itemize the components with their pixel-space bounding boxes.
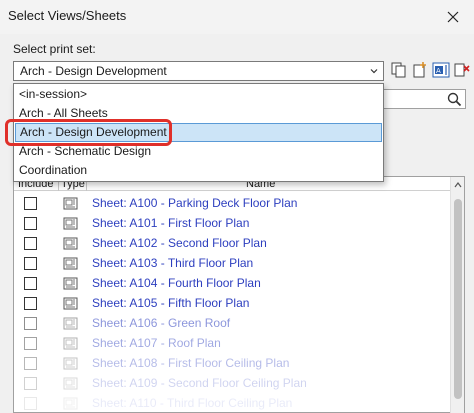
- include-checkbox[interactable]: [24, 397, 37, 410]
- rename-set-button[interactable]: A: [432, 61, 450, 79]
- sheet-icon: [63, 217, 78, 230]
- title-bar: Select Views/Sheets: [0, 0, 474, 34]
- new-set-icon: [413, 62, 426, 78]
- table-row[interactable]: Sheet: A102 - Second Floor Plan: [14, 234, 452, 254]
- duplicate-set-button[interactable]: [390, 61, 408, 79]
- table-row[interactable]: Sheet: A105 - Fifth Floor Plan: [14, 294, 452, 314]
- window-title: Select Views/Sheets: [8, 8, 127, 23]
- print-set-toolbar: A: [390, 61, 471, 81]
- sheet-name: Sheet: A107 - Roof Plan: [92, 336, 221, 350]
- annotation-highlight-ring: [5, 119, 172, 146]
- sheet-name: Sheet: A105 - Fifth Floor Plan: [92, 296, 250, 310]
- scroll-up-icon[interactable]: [454, 181, 462, 189]
- sheet-icon: [63, 297, 78, 310]
- sheet-icon: [63, 357, 78, 370]
- table-row[interactable]: Sheet: A110 - Third Floor Ceiling Plan: [14, 394, 452, 413]
- close-button[interactable]: [442, 6, 464, 28]
- print-set-combobox[interactable]: Arch - Design Development: [13, 61, 384, 81]
- select-views-sheets-dialog: Select Views/Sheets Select print set: Ar…: [0, 0, 474, 413]
- sheet-name: Sheet: A108 - First Floor Ceiling Plan: [92, 356, 290, 370]
- search-input[interactable]: [384, 89, 466, 109]
- table-row[interactable]: Sheet: A109 - Second Floor Ceiling Plan: [14, 374, 452, 394]
- print-set-label: Select print set:: [13, 42, 96, 56]
- include-checkbox[interactable]: [24, 237, 37, 250]
- sheet-icon: [63, 337, 78, 350]
- chevron-down-icon: [370, 69, 378, 74]
- table-row[interactable]: Sheet: A100 - Parking Deck Floor Plan: [14, 194, 452, 214]
- include-checkbox[interactable]: [24, 297, 37, 310]
- scrollbar-thumb[interactable]: [454, 199, 462, 399]
- table-row[interactable]: Sheet: A106 - Green Roof: [14, 314, 452, 334]
- print-set-selected-value: Arch - Design Development: [20, 64, 167, 78]
- table-row[interactable]: Sheet: A103 - Third Floor Plan: [14, 254, 452, 274]
- table-row[interactable]: Sheet: A104 - Fourth Floor Plan: [14, 274, 452, 294]
- sheet-icon: [63, 317, 78, 330]
- rename-set-icon: A: [432, 62, 450, 78]
- include-checkbox[interactable]: [24, 317, 37, 330]
- include-checkbox[interactable]: [24, 357, 37, 370]
- sheet-name: Sheet: A104 - Fourth Floor Plan: [92, 276, 261, 290]
- table-row[interactable]: Sheet: A107 - Roof Plan: [14, 334, 452, 354]
- sheet-name: Sheet: A102 - Second Floor Plan: [92, 236, 267, 250]
- sheet-name: Sheet: A100 - Parking Deck Floor Plan: [92, 196, 298, 210]
- sheet-name: Sheet: A106 - Green Roof: [92, 316, 231, 330]
- include-checkbox[interactable]: [24, 217, 37, 230]
- new-set-button[interactable]: [411, 61, 429, 79]
- delete-set-icon: [454, 63, 470, 77]
- table-row[interactable]: Sheet: A101 - First Floor Plan: [14, 214, 452, 234]
- sheet-name: Sheet: A103 - Third Floor Plan: [92, 256, 254, 270]
- sheet-icon: [63, 397, 78, 410]
- svg-text:A: A: [436, 67, 441, 75]
- include-checkbox[interactable]: [24, 337, 37, 350]
- table-row[interactable]: Sheet: A108 - First Floor Ceiling Plan: [14, 354, 452, 374]
- vertical-scrollbar[interactable]: [450, 177, 464, 413]
- duplicate-set-icon: [391, 62, 406, 78]
- sheet-icon: [63, 277, 78, 290]
- close-icon: [447, 11, 459, 23]
- sheet-icon: [63, 197, 78, 210]
- views-sheets-grid: Include Type Name Sheet: A100 - Parking …: [13, 176, 465, 413]
- search-icon: [447, 92, 462, 107]
- dropdown-option-coordination[interactable]: Coordination: [15, 161, 382, 180]
- include-checkbox[interactable]: [24, 257, 37, 270]
- sheet-icon: [63, 237, 78, 250]
- sheet-name: Sheet: A110 - Third Floor Ceiling Plan: [92, 396, 293, 410]
- include-checkbox[interactable]: [24, 197, 37, 210]
- sheet-name: Sheet: A109 - Second Floor Ceiling Plan: [92, 376, 307, 390]
- include-checkbox[interactable]: [24, 377, 37, 390]
- sheet-name: Sheet: A101 - First Floor Plan: [92, 216, 250, 230]
- sheet-icon: [63, 377, 78, 390]
- delete-set-button[interactable]: [453, 61, 471, 79]
- include-checkbox[interactable]: [24, 277, 37, 290]
- sheet-icon: [63, 257, 78, 270]
- dropdown-option-in-session[interactable]: <in-session>: [15, 85, 382, 104]
